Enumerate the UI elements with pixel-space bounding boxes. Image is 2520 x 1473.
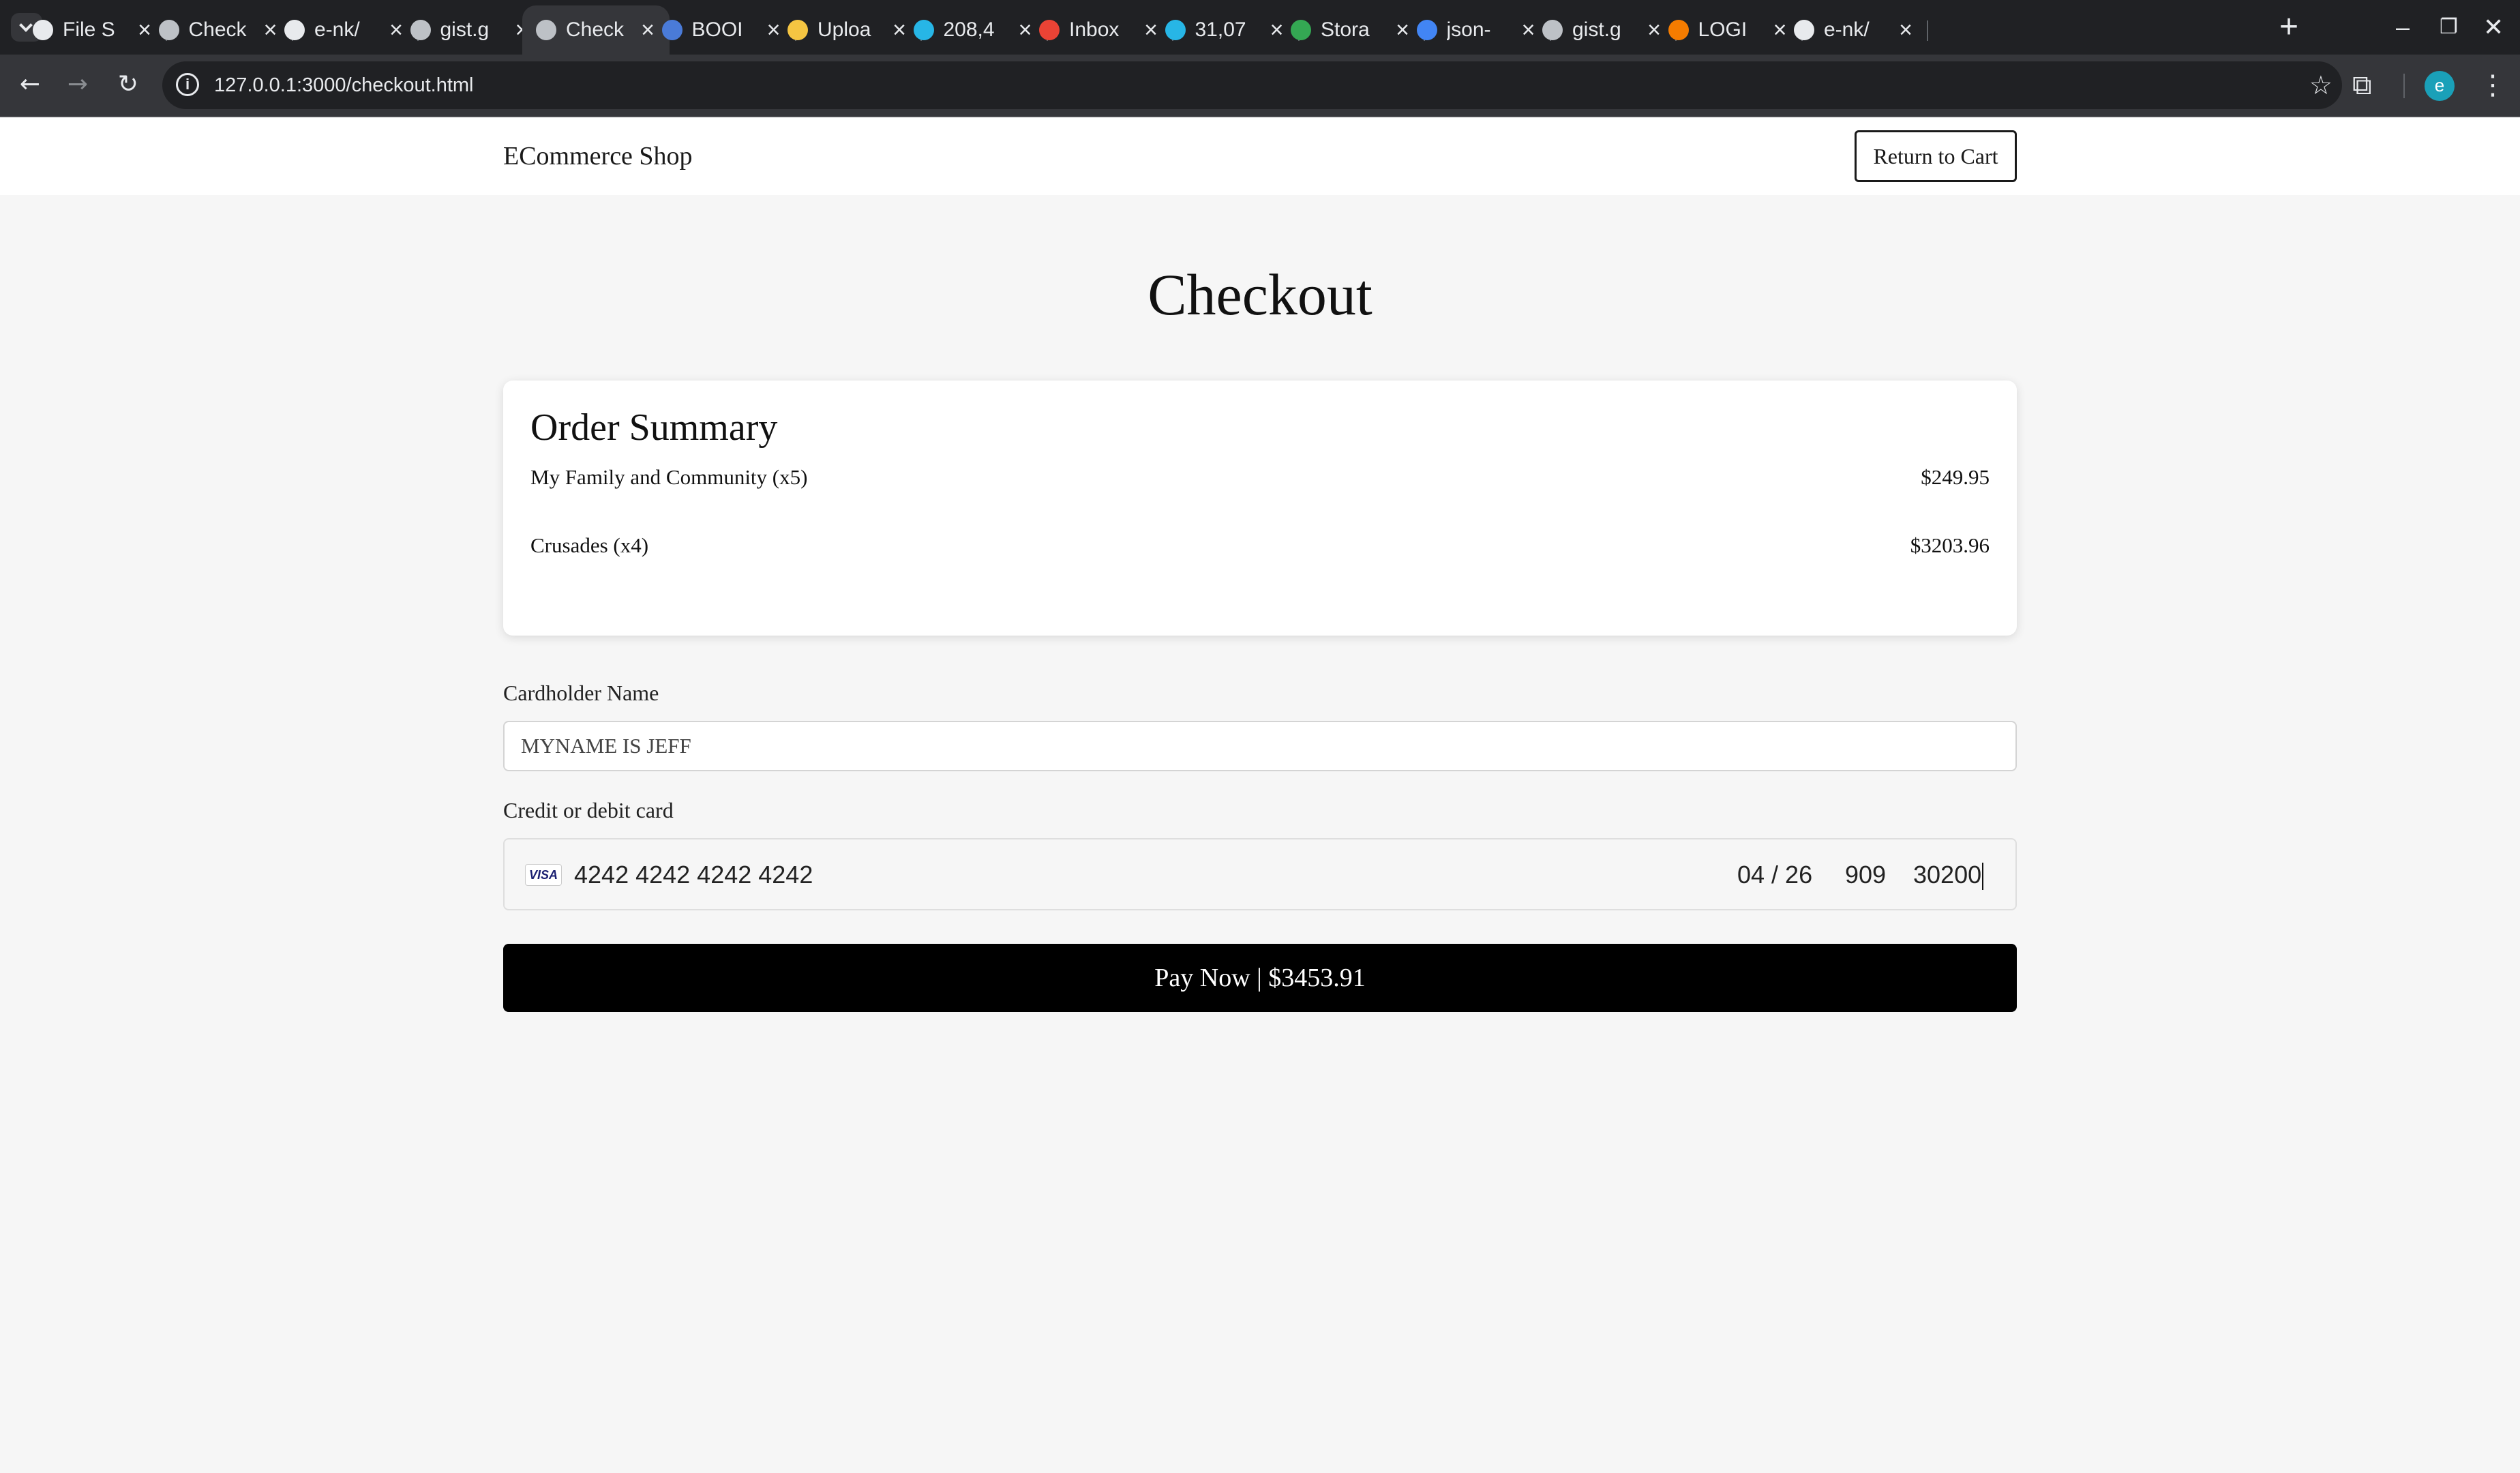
pay-now-button[interactable]: Pay Now | $3453.91 bbox=[503, 944, 2017, 1012]
item-name: My Family and Community (x5) bbox=[530, 465, 808, 489]
tab-title: gist.g bbox=[440, 18, 490, 41]
restore-icon[interactable]: ❐ bbox=[2440, 7, 2458, 48]
tab-title: Check bbox=[188, 18, 247, 41]
tab-title: Inbox bbox=[1069, 18, 1120, 41]
openai-icon bbox=[1542, 20, 1563, 40]
tab-title: e-nk/ bbox=[1824, 18, 1870, 41]
github-icon bbox=[284, 20, 305, 40]
browser-toolbar: ← → ↻ i 127.0.0.1:3000/checkout.html ☆ ⧉… bbox=[0, 55, 2520, 117]
item-price: $3203.96 bbox=[1910, 533, 1990, 557]
tab-title: Uploa bbox=[817, 18, 871, 41]
cardholder-name-label: Cardholder Name bbox=[503, 681, 659, 705]
site-header: ECommerce Shop Return to Cart bbox=[0, 117, 2520, 195]
item-name: Crusades (x4) bbox=[530, 533, 649, 557]
search-circle-icon bbox=[1165, 20, 1186, 40]
profile-avatar[interactable]: e bbox=[2425, 71, 2455, 101]
forward-arrow-icon[interactable]: → bbox=[57, 64, 98, 105]
tab-title: Check bbox=[566, 18, 625, 41]
order-line-item: Crusades (x4) $3203.96 bbox=[530, 531, 1990, 561]
brand-logo-text[interactable]: ECommerce Shop bbox=[503, 139, 693, 173]
globe-icon bbox=[158, 20, 179, 40]
google-icon bbox=[1416, 20, 1437, 40]
zip-value: 30200 bbox=[1913, 861, 1982, 889]
kebab-menu-icon[interactable]: ⋮ bbox=[2479, 65, 2506, 105]
visa-card-icon: VISA bbox=[525, 864, 562, 886]
toolbar-divider bbox=[2403, 74, 2405, 98]
text-caret bbox=[1982, 863, 1984, 891]
extensions-puzzle-icon[interactable]: ⧉ bbox=[2352, 65, 2372, 105]
gmail-icon bbox=[1039, 20, 1060, 40]
address-bar[interactable]: i 127.0.0.1:3000/checkout.html ☆ bbox=[162, 61, 2342, 109]
site-info-icon[interactable]: i bbox=[176, 73, 199, 96]
globe-icon bbox=[536, 20, 556, 40]
tab-title: File S bbox=[63, 18, 115, 41]
tab-close-icon[interactable]: × bbox=[1899, 16, 1912, 44]
back-arrow-icon[interactable]: ← bbox=[10, 64, 50, 105]
tab-title: json- bbox=[1446, 18, 1491, 41]
tab-title: e-nk/ bbox=[314, 18, 360, 41]
close-window-icon[interactable]: ✕ bbox=[2483, 7, 2504, 48]
drive-icon bbox=[1291, 20, 1311, 40]
url-text[interactable]: 127.0.0.1:3000/checkout.html bbox=[214, 72, 473, 98]
github-icon bbox=[1794, 20, 1814, 40]
tab-title: Stora bbox=[1321, 18, 1370, 41]
order-summary-heading: Order Summary bbox=[530, 406, 778, 449]
openai-icon bbox=[33, 20, 53, 40]
globe-icon bbox=[410, 20, 431, 40]
upload-icon bbox=[787, 20, 808, 40]
card-expiry-input[interactable]: 04 / 26 bbox=[1737, 860, 1812, 890]
tab-title: 208,4 bbox=[943, 18, 995, 41]
firebase-icon bbox=[1668, 20, 1689, 40]
booi-icon bbox=[661, 20, 682, 40]
tab-title: gist.g bbox=[1572, 18, 1621, 41]
tab-title: 31,07 bbox=[1195, 18, 1246, 41]
bookmark-star-icon[interactable]: ☆ bbox=[2309, 68, 2332, 102]
card-number-input[interactable]: 4242 4242 4242 4242 bbox=[574, 860, 813, 890]
order-line-item: My Family and Community (x5) $249.95 bbox=[530, 462, 1990, 492]
tab-title: LOGI bbox=[1698, 18, 1747, 41]
search-circle-icon bbox=[913, 20, 934, 40]
browser-tab-strip: File S×Check×e-nk/×gist.g×Check×BOOI×Upl… bbox=[0, 0, 2520, 55]
cardholder-name-input[interactable]: MYNAME IS JEFF bbox=[503, 721, 2017, 771]
tab-title: BOOI bbox=[691, 18, 743, 41]
return-to-cart-button[interactable]: Return to Cart bbox=[1855, 130, 2017, 182]
item-price: $249.95 bbox=[1921, 465, 1990, 489]
card-zip-input[interactable]: 30200 bbox=[1913, 860, 1984, 891]
browser-tab[interactable]: e-nk/ × bbox=[1780, 5, 1928, 55]
tab-separator bbox=[1927, 20, 1928, 41]
new-tab-button[interactable]: + bbox=[2279, 8, 2298, 46]
page-title: Checkout bbox=[1148, 262, 1372, 327]
card-input-field[interactable]: VISA 4242 4242 4242 4242 04 / 26 909 302… bbox=[503, 838, 2017, 910]
reload-icon[interactable]: ↻ bbox=[108, 64, 149, 105]
card-label: Credit or debit card bbox=[503, 798, 674, 822]
order-summary-card: Order Summary My Family and Community (x… bbox=[503, 381, 2017, 636]
minimize-icon[interactable]: – bbox=[2396, 7, 2410, 48]
card-cvc-input[interactable]: 909 bbox=[1845, 860, 1886, 890]
